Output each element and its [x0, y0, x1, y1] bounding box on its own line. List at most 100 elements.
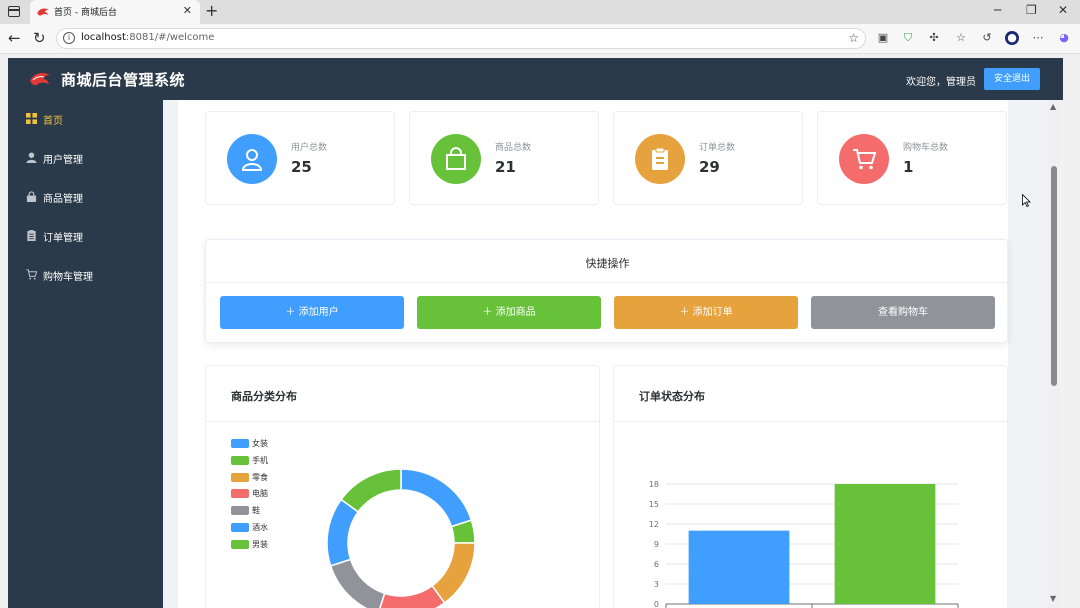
order-status-bar-chart: 0369121518已支付已完成 — [649, 480, 959, 608]
sidebar-item-label: 购物车管理 — [43, 272, 93, 283]
dashboard-content: 用户总数 25 商品总数 21 订单总数 29 购物车总数 1 快捷操作 ＋ 添… — [178, 100, 1009, 608]
legend-label: 男装 — [252, 539, 268, 549]
legend-swatch — [231, 523, 249, 532]
pie-slice[interactable] — [326, 498, 360, 567]
legend-label: 零食 — [252, 472, 268, 482]
url-input[interactable]: i localhost:8081/#/welcome ☆ — [56, 28, 866, 49]
stat-icon-circle — [839, 134, 889, 184]
stat-label: 用户总数 — [291, 143, 328, 153]
browser-tab[interactable]: 首页 - 商城后台 ✕ — [30, 0, 200, 24]
user-icon — [26, 152, 37, 163]
sidebar-item-users[interactable]: 用户管理 — [8, 139, 163, 178]
divider — [206, 421, 599, 422]
legend-swatch — [231, 455, 249, 465]
legend-swatch — [231, 439, 249, 448]
pie-slice[interactable] — [400, 468, 473, 528]
minimize-icon[interactable]: ─ — [994, 3, 1001, 17]
cart-icon — [853, 149, 876, 170]
sidebar-item-label: 订单管理 — [43, 233, 83, 244]
restore-icon[interactable]: ❐ — [1026, 3, 1037, 17]
stat-icon-circle — [227, 134, 277, 184]
app-header: 商城后台管理系统 欢迎您，管理员 安全退出 — [8, 58, 1063, 100]
stat-icon-circle — [431, 134, 481, 184]
stat-label: 订单总数 — [699, 143, 736, 153]
bar[interactable] — [688, 530, 790, 604]
y-tick-label: 9 — [654, 540, 659, 549]
url-text: localhost:8081/#/welcome — [81, 32, 215, 43]
sidebar-item-orders[interactable]: 订单管理 — [8, 217, 163, 256]
add-order-button[interactable]: ＋ 添加订单 — [614, 296, 798, 329]
legend-swatch — [231, 539, 249, 549]
address-bar: ← ↻ i localhost:8081/#/welcome ☆ ▣ ⛉ ✣ ☆… — [0, 24, 1080, 54]
sidebar-item-home[interactable]: 首页 — [8, 100, 163, 139]
profile-avatar[interactable]: ● — [1005, 31, 1019, 45]
pie-slice[interactable] — [340, 468, 402, 513]
app-title: 商城后台管理系统 — [61, 71, 186, 89]
clipboard-icon — [652, 147, 668, 170]
view-cart-button[interactable]: 查看购物车 — [811, 296, 995, 329]
scroll-up-icon[interactable]: ▲ — [1050, 102, 1056, 111]
copilot-icon[interactable]: ◕ — [1057, 31, 1071, 45]
stat-value: 29 — [699, 158, 720, 176]
window-menu-icon[interactable] — [8, 6, 20, 17]
scroll-down-icon[interactable]: ▼ — [1050, 594, 1056, 603]
user-icon — [241, 149, 263, 171]
more-icon[interactable]: ⋯ — [1031, 31, 1045, 45]
sidebar-item-label: 首页 — [43, 116, 63, 127]
legend-swatch — [231, 489, 249, 499]
quick-actions-title: 快捷操作 — [585, 257, 630, 270]
stat-value: 1 — [903, 158, 914, 176]
legend-swatch — [231, 472, 249, 482]
new-tab-icon[interactable]: + — [205, 1, 218, 20]
y-tick-label: 3 — [654, 580, 659, 589]
divider — [206, 282, 1009, 283]
sidebar: 首页 用户管理 商品管理 订单管理 购物车管理 — [8, 100, 163, 608]
back-icon[interactable]: ← — [8, 29, 21, 47]
logout-button[interactable]: 安全退出 — [984, 68, 1040, 90]
y-tick-label: 15 — [649, 500, 659, 509]
pie-slice[interactable] — [378, 584, 446, 608]
close-window-icon[interactable]: ✕ — [1058, 3, 1068, 17]
shield-extension-icon[interactable]: ⛉ — [901, 31, 915, 45]
legend-label: 电脑 — [252, 489, 268, 499]
page-scrollbar[interactable]: ▲ ▼ — [1048, 100, 1060, 608]
dragon-logo-icon — [30, 73, 50, 86]
sidebar-item-products[interactable]: 商品管理 — [8, 178, 163, 217]
bag-icon — [26, 191, 37, 202]
category-donut-chart — [326, 468, 476, 608]
legend-swatch — [231, 506, 249, 516]
legend-label: 酒水 — [252, 523, 268, 532]
reload-icon[interactable]: ↻ — [33, 29, 46, 47]
stat-card-cart: 购物车总数 1 — [817, 111, 1007, 205]
legend-label: 手机 — [252, 455, 268, 465]
history-icon[interactable]: ↺ — [980, 31, 994, 45]
favorite-star-icon[interactable]: ☆ — [848, 31, 859, 45]
add-user-button[interactable]: ＋ 添加用户 — [220, 296, 404, 329]
divider — [614, 421, 1007, 422]
legend-label: 女装 — [252, 439, 268, 448]
clipboard-icon — [27, 230, 36, 241]
scrollbar-thumb[interactable] — [1051, 166, 1057, 386]
extensions-icon[interactable]: ✣ — [927, 31, 941, 45]
stat-icon-circle — [635, 134, 685, 184]
stat-card-users: 用户总数 25 — [205, 111, 395, 205]
tab-title: 首页 - 商城后台 — [54, 8, 117, 18]
y-tick-label: 0 — [654, 600, 659, 608]
collections-icon[interactable]: ▣ — [876, 31, 890, 45]
pie-slice[interactable] — [329, 558, 386, 608]
y-tick-label: 18 — [649, 480, 659, 489]
favorites-icon[interactable]: ☆ — [954, 31, 968, 45]
bar[interactable] — [834, 484, 936, 604]
stat-value: 25 — [291, 158, 312, 176]
sidebar-item-cart[interactable]: 购物车管理 — [8, 256, 163, 295]
category-chart-card: 商品分类分布 女装 手机 零食 电脑鞋酒水 男装 — [205, 365, 600, 608]
cart-icon — [26, 269, 37, 280]
add-product-button[interactable]: ＋ 添加商品 — [417, 296, 601, 329]
browser-tab-bar: 首页 - 商城后台 ✕ + ─ ❐ ✕ — [0, 0, 1080, 24]
sidebar-item-label: 商品管理 — [43, 194, 83, 205]
quick-actions-card: 快捷操作 ＋ 添加用户 ＋ 添加商品 ＋ 添加订单 查看购物车 — [205, 239, 1009, 343]
close-tab-icon[interactable]: ✕ — [183, 4, 192, 17]
site-info-icon[interactable]: i — [63, 32, 75, 44]
welcome-text: 欢迎您，管理员 — [906, 77, 976, 88]
stat-value: 21 — [495, 158, 516, 176]
